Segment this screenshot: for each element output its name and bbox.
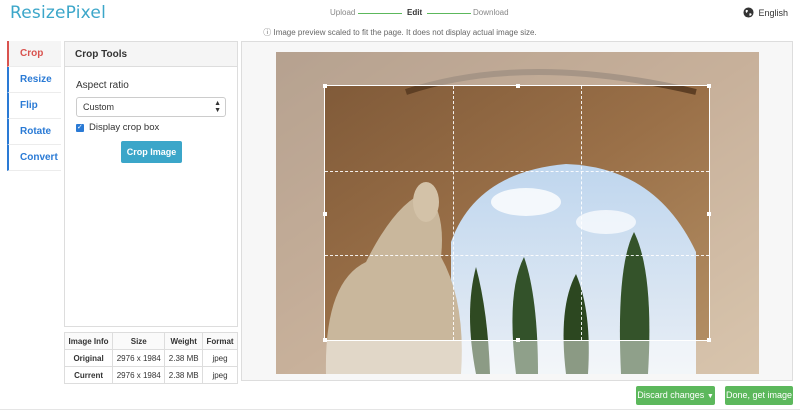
image-canvas[interactable] <box>276 52 759 374</box>
tab-rotate[interactable]: Rotate <box>7 119 61 145</box>
tab-convert[interactable]: Convert <box>7 145 61 171</box>
weight-cell: 2.38 MB <box>164 349 204 367</box>
size-cell: 2976 x 1984 <box>112 366 166 384</box>
crop-mask <box>276 341 759 374</box>
step-upload: Upload <box>330 8 356 17</box>
image-preview-area <box>241 41 793 381</box>
crop-mask <box>276 85 324 341</box>
aspect-ratio-select[interactable]: Custom ▲ ▼ <box>76 97 226 117</box>
column-header: Image Info <box>63 332 114 350</box>
row-label: Original <box>63 349 114 367</box>
discard-changes-button[interactable]: Discard changes ▼ <box>636 386 715 405</box>
size-cell: 2976 x 1984 <box>112 349 166 367</box>
format-cell: jpeg <box>202 366 238 384</box>
crop-grid-line <box>452 86 454 340</box>
format-cell: jpeg <box>202 349 238 367</box>
caret-down-icon: ▼ <box>706 393 714 400</box>
crop-box[interactable] <box>323 84 711 342</box>
tool-tabs: Crop Resize Flip Rotate Convert <box>7 41 61 171</box>
aspect-ratio-label: Aspect ratio <box>76 80 129 91</box>
globe-icon <box>743 7 755 18</box>
display-crop-box-option[interactable]: Display crop box <box>76 122 159 133</box>
crop-handle[interactable] <box>323 338 327 342</box>
table-header-row: Image Info Size Weight Format <box>63 332 238 350</box>
column-header: Size <box>112 332 166 350</box>
done-get-image-button[interactable]: Done, get image <box>725 386 793 405</box>
step-edit: Edit <box>407 8 423 17</box>
footer-divider <box>0 409 800 410</box>
crop-handle[interactable] <box>516 84 520 88</box>
tab-flip[interactable]: Flip <box>7 93 61 119</box>
crop-image-button[interactable]: Crop Image <box>121 141 182 163</box>
step-download: Download <box>473 8 509 17</box>
crop-handle[interactable] <box>707 212 711 216</box>
crop-handle[interactable] <box>323 212 327 216</box>
crop-handle[interactable] <box>707 84 711 88</box>
crop-grid-line <box>325 170 709 172</box>
step-connector <box>427 13 471 14</box>
row-label: Current <box>63 366 114 384</box>
crop-handle[interactable] <box>323 84 327 88</box>
app-logo[interactable]: ResizePixel <box>10 3 106 23</box>
column-header: Weight <box>164 332 204 350</box>
aspect-ratio-value: Custom <box>83 102 115 112</box>
panel-title: Crop Tools <box>65 42 237 67</box>
preview-notice: ⓘ Image preview scaled to fit the page. … <box>263 28 537 37</box>
tab-crop[interactable]: Crop <box>7 41 61 67</box>
discard-changes-label: Discard changes <box>637 390 705 400</box>
progress-steps: Upload Edit Download <box>330 8 510 22</box>
language-selector[interactable]: English <box>743 7 788 18</box>
table-row: Original 2976 x 1984 2.38 MB jpeg <box>63 349 238 367</box>
crop-grid-line <box>580 86 582 340</box>
crop-mask <box>710 85 759 341</box>
select-arrows-icon: ▲ ▼ <box>214 100 221 114</box>
image-info-table: Image Info Size Weight Format Original 2… <box>63 332 238 384</box>
tab-resize[interactable]: Resize <box>7 67 61 93</box>
display-crop-box-checkbox[interactable] <box>76 123 84 132</box>
crop-handle[interactable] <box>516 338 520 342</box>
crop-grid-line <box>325 255 709 257</box>
crop-handle[interactable] <box>707 338 711 342</box>
step-connector <box>358 13 402 14</box>
crop-tools-panel: Crop Tools Aspect ratio Custom ▲▼ Displa… <box>64 41 238 327</box>
crop-mask <box>276 52 759 85</box>
table-row: Current 2976 x 1984 2.38 MB jpeg <box>63 366 238 384</box>
language-label: English <box>758 7 788 18</box>
display-crop-box-label: Display crop box <box>89 122 160 133</box>
weight-cell: 2.38 MB <box>164 366 204 384</box>
column-header: Format <box>202 332 238 350</box>
